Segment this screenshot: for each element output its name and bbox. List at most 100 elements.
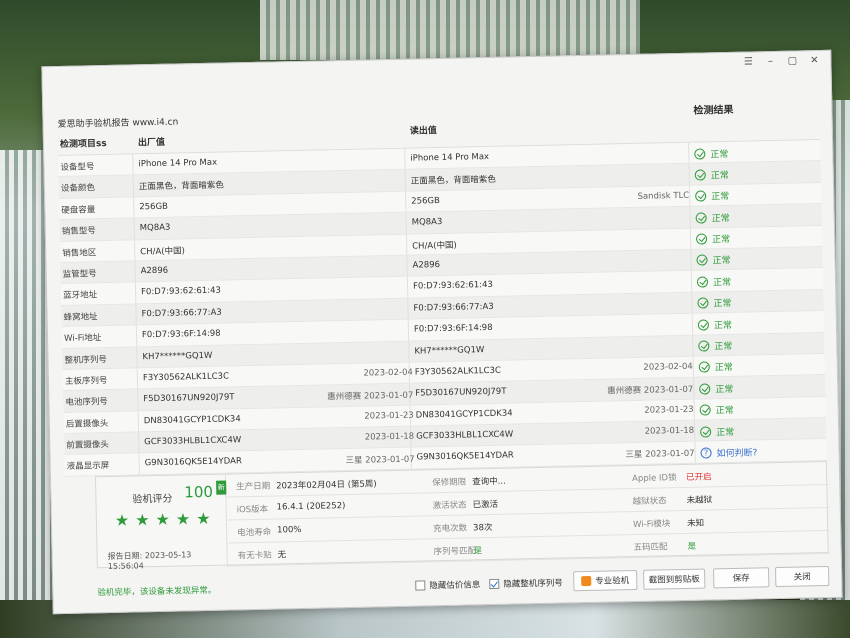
result-status: 正常 — [696, 250, 816, 269]
star-icon: ★ — [155, 509, 171, 530]
summary-value: 已开启 — [686, 472, 712, 483]
read-extra: 2023-01-23 — [644, 404, 694, 416]
summary-value: 38次 — [473, 522, 493, 534]
close-icon[interactable]: ✕ — [808, 55, 820, 67]
check-circle-icon — [694, 147, 706, 160]
check-circle-icon — [698, 361, 710, 374]
factory-extra: 2023-02-04 — [363, 367, 413, 379]
maximize-icon[interactable]: ▢ — [786, 55, 798, 67]
hide-serial-checkbox[interactable]: 隐藏整机序列号 — [489, 577, 563, 591]
header-read: 读出值 — [409, 126, 437, 137]
factory-value: KH7******GQ1W — [142, 350, 213, 362]
factory-extra: 2023-01-23 — [364, 410, 414, 422]
read-extra: 2023-01-18 — [644, 425, 695, 437]
hide-serial-label: 隐藏整机序列号 — [503, 578, 563, 590]
menu-icon[interactable]: ☰ — [742, 56, 754, 68]
read-extra: 三星 2023-01-07 — [625, 449, 695, 461]
pro-inspection-button[interactable]: 专业验机 — [573, 569, 638, 592]
check-circle-icon — [695, 233, 708, 245]
row-label: 销售地区 — [62, 247, 97, 259]
checkbox-empty-icon[interactable] — [415, 580, 426, 591]
result-status: 正常 — [694, 165, 815, 184]
row-label: 硬盘容量 — [61, 205, 96, 216]
summary-key: Wi-Fi模块 — [632, 519, 671, 531]
pro-inspection-label: 专业验机 — [595, 576, 630, 587]
summary-value: 未越狱 — [686, 495, 713, 506]
row-label: 设备型号 — [60, 162, 95, 173]
title-bar: ☰ – ▢ ✕ — [42, 51, 830, 89]
check-circle-icon — [694, 169, 706, 181]
result-status: 正常 — [698, 357, 819, 376]
checkbox-checked-icon[interactable] — [489, 578, 500, 590]
summary-key: iOS版本 — [236, 504, 269, 516]
check-circle-icon — [696, 254, 708, 267]
header-factory: 出厂值 — [137, 137, 166, 149]
summary-key: 生产日期 — [236, 481, 271, 493]
summary-value: 查询中... — [472, 476, 506, 488]
summary-key: Apple ID锁 — [632, 473, 677, 485]
read-value: MQ8A3 — [411, 217, 443, 228]
summary-key: 五码匹配 — [633, 542, 668, 554]
read-value: F0:D7:93:6F:14:98 — [413, 323, 493, 335]
factory-extra: 2023-01-18 — [364, 431, 415, 443]
pro-shield-icon — [581, 575, 592, 587]
result-status: 正常 — [695, 229, 816, 248]
score-value: 100 — [184, 482, 214, 502]
check-circle-icon — [695, 190, 707, 202]
row-label: 设备颜色 — [60, 183, 96, 195]
screenshot-button[interactable]: 截图到剪贴板 — [643, 568, 706, 590]
check-circle-icon — [699, 404, 711, 416]
check-circle-icon — [695, 212, 707, 224]
star-icon: ★ — [114, 510, 130, 530]
result-status: 正常 — [697, 314, 818, 333]
hide-price-label: 隐藏估价信息 — [429, 580, 481, 592]
check-circle-icon — [700, 425, 712, 438]
summary-key: 序列号匹配 — [433, 546, 477, 558]
score-box: 验机评分 100 新 ★ ★ ★ ★ ★ 报告日期: 2023-05-13 15:56:… — [95, 474, 228, 572]
read-value: KH7******GQ1W — [414, 344, 485, 357]
factory-value: iPhone 14 Pro Max — [138, 157, 218, 170]
summary-value: 16.4.1 (20E252) — [276, 501, 346, 513]
star-rating: ★ ★ ★ ★ ★ — [114, 509, 211, 530]
read-value: 正面黑色，背面暗紫色 — [410, 175, 496, 188]
summary-key: 电池寿命 — [237, 527, 272, 539]
row-label: Wi-Fi地址 — [63, 333, 102, 345]
read-value: A2896 — [412, 259, 441, 271]
row-label: 蓝牙地址 — [63, 290, 98, 302]
summary-key: 越狱状态 — [632, 496, 667, 508]
check-circle-icon — [697, 319, 710, 331]
read-extra: 2023-02-04 — [643, 361, 693, 373]
row-label: 液晶显示屏 — [66, 461, 110, 473]
read-extra: Sandisk TLC — [637, 190, 690, 202]
summary-key: 保修期限 — [432, 477, 467, 489]
result-status: 正常 — [694, 143, 814, 162]
report-date: 报告日期: 2023-05-13 15:56:04 — [107, 550, 192, 572]
minimize-icon[interactable]: – — [764, 56, 776, 68]
result-status: 正常 — [695, 186, 815, 205]
result-status: 正常 — [699, 400, 820, 419]
summary-key: 激活状态 — [432, 500, 467, 512]
factory-value: A2896 — [140, 265, 169, 277]
how-to-judge-link[interactable]: ? 如何判断? — [700, 443, 820, 462]
summary-value: 100% — [277, 524, 302, 536]
factory-value: 256GB — [139, 201, 169, 213]
inspection-report-window: ☰ – ▢ ✕ 爱思助手验机报告 www.i4.cn 检测结果 检测项目ss 出… — [41, 49, 843, 615]
question-icon: ? — [700, 447, 712, 459]
row-label: 前置摄像头 — [66, 440, 109, 451]
summary-value: 未知 — [686, 518, 705, 529]
result-status: 正常 — [695, 207, 815, 226]
summary-key: 有无卡贴 — [237, 550, 272, 562]
result-status: 正常 — [697, 293, 817, 312]
row-label: 销售型号 — [61, 226, 96, 238]
summary-panel: 验机评分 100 新 ★ ★ ★ ★ ★ 报告日期: 2023-05-13 15:56:… — [94, 460, 830, 572]
star-icon: ★ — [175, 509, 191, 529]
row-label: 监管型号 — [62, 269, 97, 280]
summary-value: 已激活 — [472, 499, 499, 511]
row-label: 整机序列号 — [64, 354, 108, 366]
save-button[interactable]: 保存 — [713, 567, 770, 589]
close-button[interactable]: 关闭 — [774, 565, 830, 588]
score-label: 验机评分 — [132, 493, 173, 506]
row-label: 主板序列号 — [64, 375, 108, 387]
hide-price-checkbox[interactable]: 隐藏估价信息 — [415, 578, 480, 591]
read-value: F0:D7:93:62:61:43 — [412, 280, 493, 292]
